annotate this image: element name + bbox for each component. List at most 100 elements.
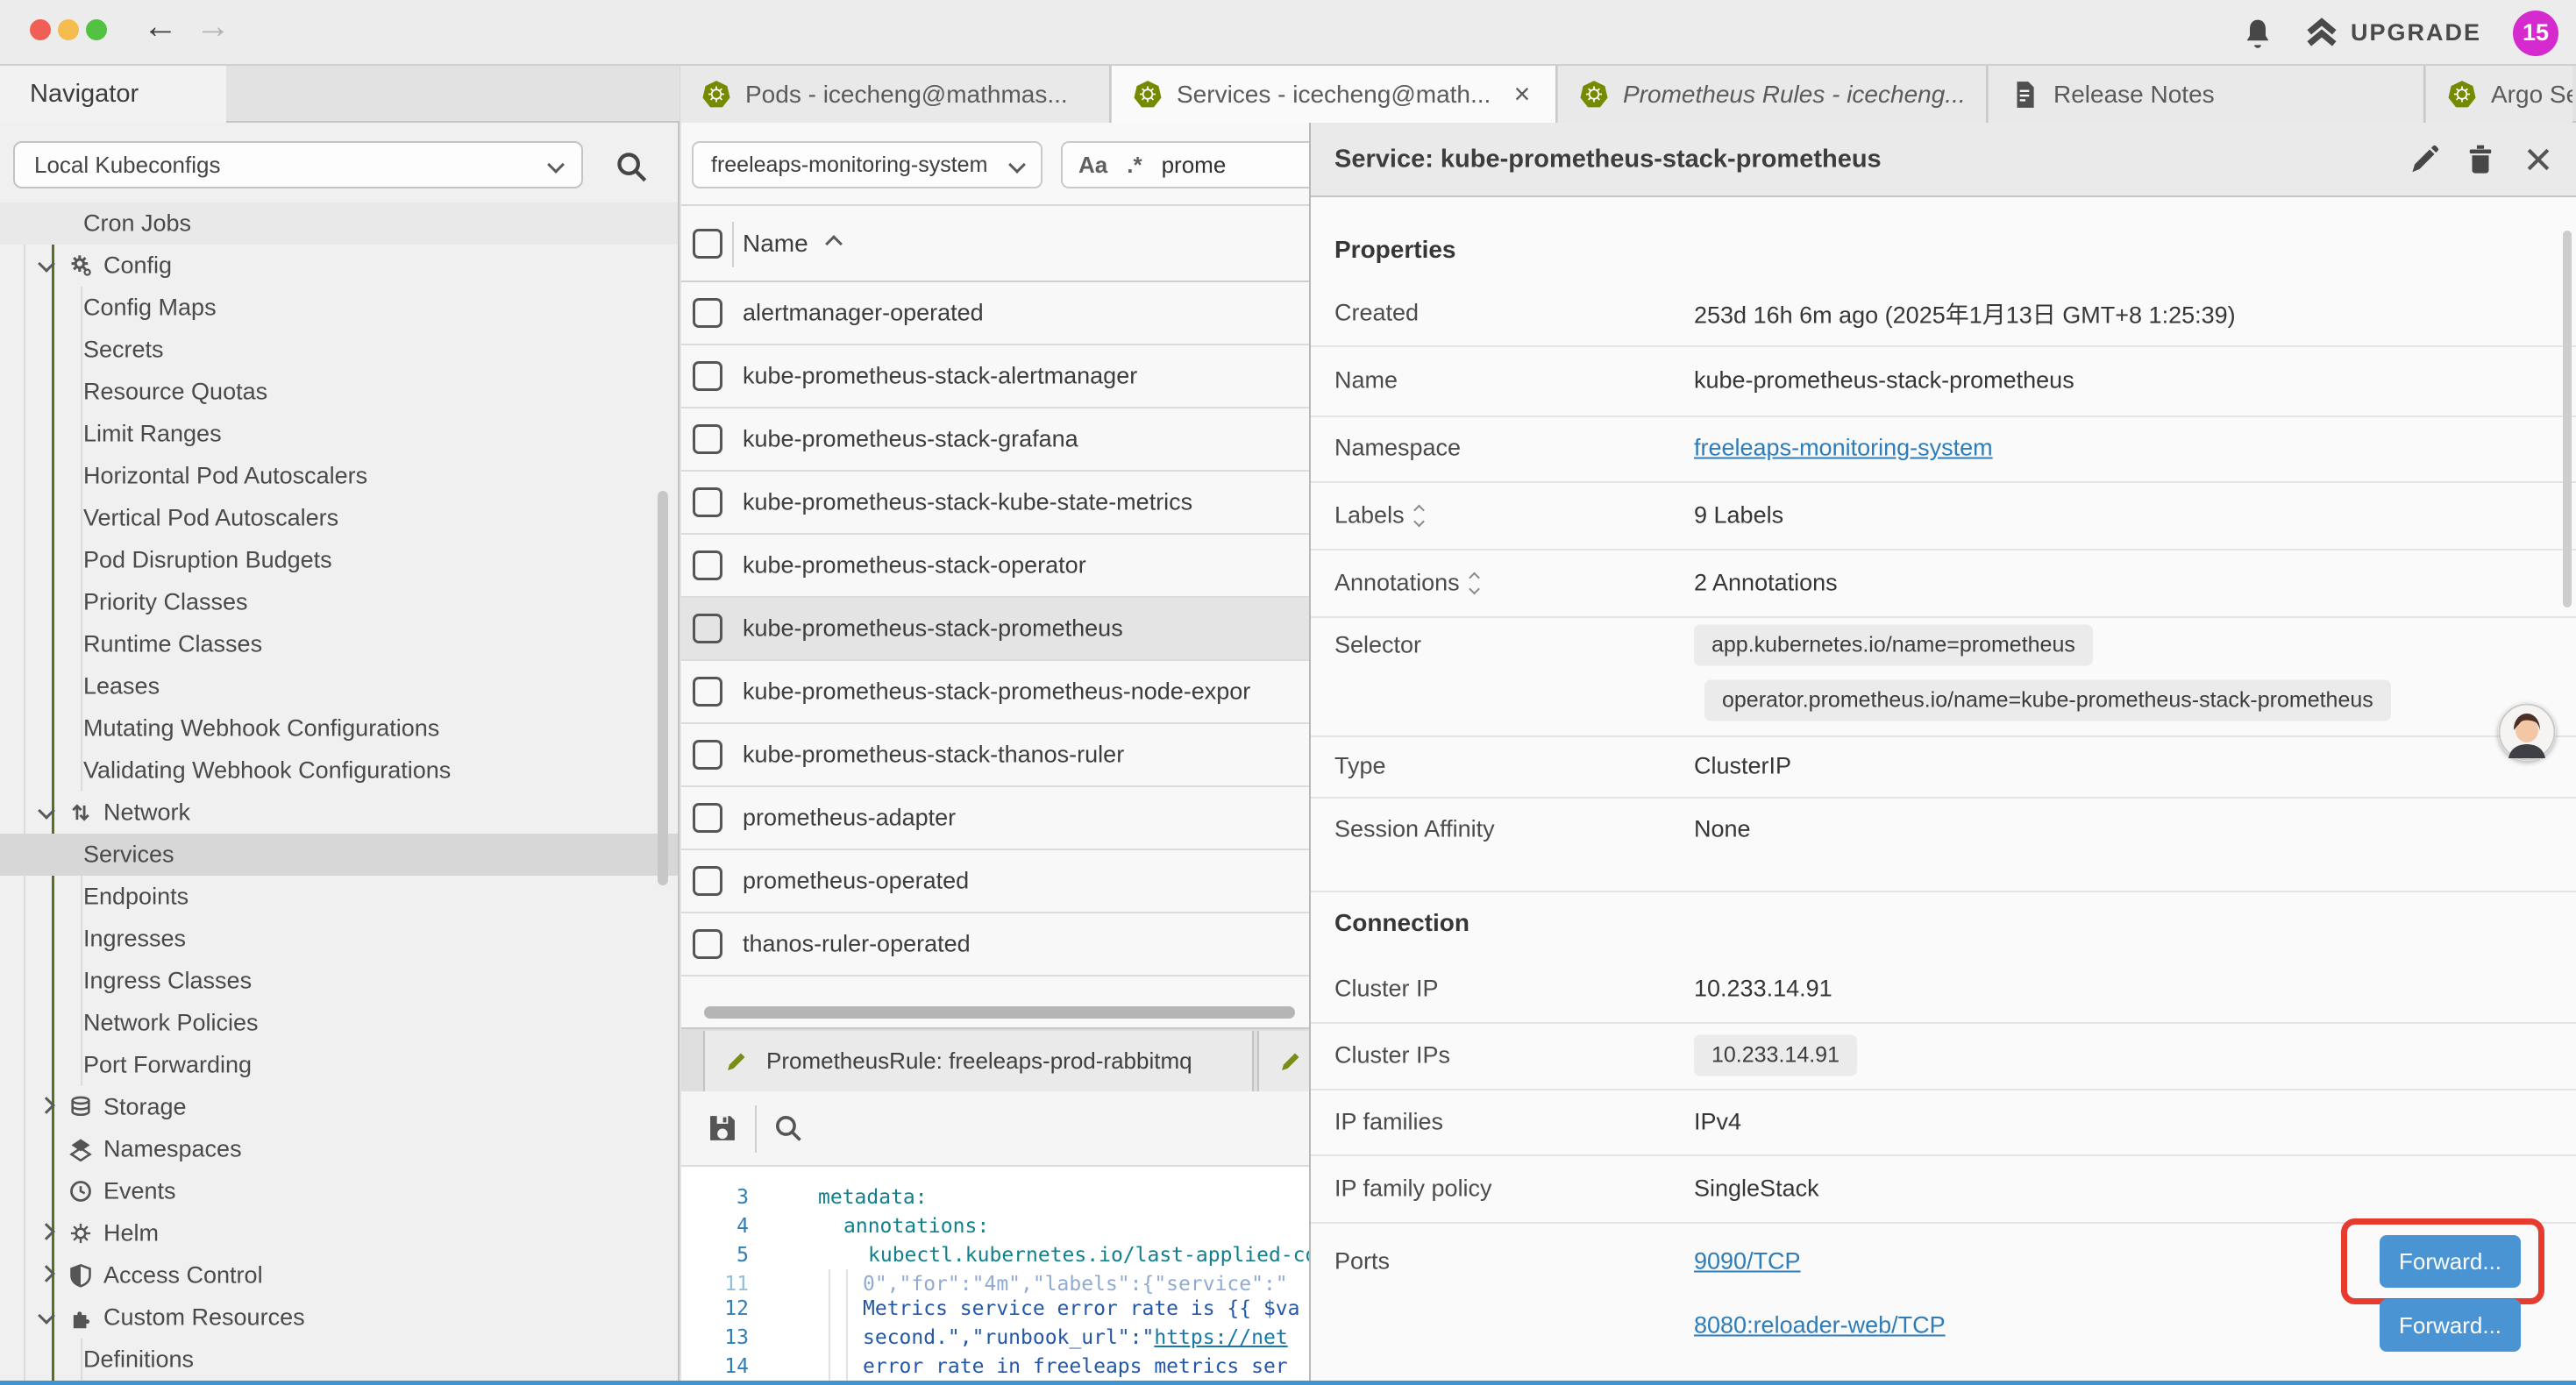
- table-row[interactable]: kube-prometheus-stack-grafana: [681, 408, 1309, 472]
- namespace-link[interactable]: freeleaps-monitoring-system: [1694, 435, 1993, 462]
- sidebar-item[interactable]: Leases: [0, 665, 678, 707]
- notifications-bell-icon[interactable]: [2242, 16, 2274, 51]
- table-row[interactable]: kube-prometheus-stack-thanos-ruler: [681, 724, 1309, 787]
- close-icon[interactable]: [2519, 140, 2558, 179]
- sidebar-item[interactable]: Pod Disruption Budgets: [0, 539, 678, 581]
- chevron-icon[interactable]: [38, 802, 55, 820]
- sidebar-item[interactable]: Access Control: [0, 1254, 678, 1296]
- sidebar-item[interactable]: Services: [0, 834, 678, 876]
- user-avatar[interactable]: [2498, 703, 2556, 761]
- table-row[interactable]: kube-prometheus-stack-prometheus-node-ex…: [681, 661, 1309, 724]
- sidebar-item[interactable]: Helm: [0, 1212, 678, 1254]
- window-close-button[interactable]: [30, 19, 51, 40]
- sidebar-item[interactable]: Secrets: [0, 329, 678, 371]
- row-checkbox[interactable]: [693, 740, 722, 770]
- app-tab[interactable]: Release Notes: [1988, 66, 2425, 123]
- chevron-icon[interactable]: [38, 1307, 55, 1325]
- select-all-checkbox[interactable]: [693, 229, 722, 259]
- upgrade-icon: [2305, 18, 2338, 49]
- selector-chip: operator.prometheus.io/name=kube-prometh…: [1704, 680, 2391, 721]
- sidebar-item[interactable]: Endpoints: [0, 876, 678, 918]
- details-scrollbar[interactable]: [2563, 231, 2572, 607]
- match-case-toggle[interactable]: Aa: [1078, 152, 1107, 179]
- app-tab[interactable]: Prometheus Rules - icecheng...: [1557, 66, 1988, 123]
- row-checkbox[interactable]: [693, 550, 722, 580]
- row-checkbox[interactable]: [693, 677, 722, 707]
- sidebar-item[interactable]: Events: [0, 1170, 678, 1212]
- app-tab[interactable]: Argo Se: [2425, 66, 2572, 123]
- sidebar-item[interactable]: Storage: [0, 1086, 678, 1128]
- sidebar-item[interactable]: Config: [0, 245, 678, 287]
- editor-tab[interactable]: PrometheusRule: freeleaps-prod-rabbitmq: [703, 1031, 1254, 1091]
- window-zoom-button[interactable]: [86, 19, 107, 40]
- table-row[interactable]: alertmanager-operated: [681, 282, 1309, 345]
- table-row[interactable]: prometheus-adapter: [681, 787, 1309, 850]
- sidebar-item[interactable]: Network: [0, 792, 678, 834]
- back-button[interactable]: [139, 7, 182, 46]
- window-minimize-button[interactable]: [58, 19, 79, 40]
- tab-close-icon[interactable]: [1506, 78, 1538, 110]
- table-row[interactable]: kube-prometheus-stack-kube-state-metrics: [681, 472, 1309, 535]
- forward-button-8080[interactable]: Forward...: [2380, 1299, 2521, 1352]
- table-row[interactable]: kube-prometheus-stack-alertmanager: [681, 345, 1309, 408]
- sidebar-item[interactable]: Limit Ranges: [0, 413, 678, 455]
- row-checkbox[interactable]: [693, 614, 722, 643]
- app-tab[interactable]: Pods - icecheng@mathmas...: [680, 66, 1111, 123]
- sidebar-item[interactable]: Vertical Pod Autoscalers: [0, 497, 678, 539]
- sidebar-item[interactable]: Runtime Classes: [0, 623, 678, 665]
- sidebar-item[interactable]: Port Forwarding: [0, 1044, 678, 1086]
- name-column-header[interactable]: Name: [743, 230, 840, 258]
- row-checkbox[interactable]: [693, 298, 722, 328]
- port-link[interactable]: 9090/TCP: [1694, 1248, 1801, 1275]
- upgrade-button[interactable]: UPGRADE: [2305, 18, 2481, 49]
- sidebar-item[interactable]: Namespaces: [0, 1128, 678, 1170]
- port-link[interactable]: 8080:reloader-web/TCP: [1694, 1312, 1946, 1339]
- sidebar-item[interactable]: Priority Classes: [0, 581, 678, 623]
- row-checkbox[interactable]: [693, 487, 722, 517]
- sidebar-item[interactable]: Ingress Classes: [0, 960, 678, 1002]
- sidebar-item[interactable]: Validating Webhook Configurations: [0, 749, 678, 792]
- delete-icon[interactable]: [2461, 140, 2500, 179]
- sidebar-item[interactable]: Network Policies: [0, 1002, 678, 1044]
- navigator-panel-tab[interactable]: Navigator: [0, 66, 226, 123]
- sidebar-scrollbar[interactable]: [658, 491, 668, 885]
- horizontal-scrollbar[interactable]: [704, 1006, 1295, 1019]
- kubeconfig-selector[interactable]: Local Kubeconfigs: [13, 141, 583, 188]
- row-checkbox[interactable]: [693, 803, 722, 833]
- yaml-editor[interactable]: 3 metadata: 4 annotations: 5 kubectl.kub…: [681, 1167, 1309, 1381]
- namespace-filter-dropdown[interactable]: freeleaps-monitoring-system: [692, 141, 1042, 188]
- editor-search-icon[interactable]: [772, 1112, 804, 1144]
- sidebar-item[interactable]: Resource Quotas: [0, 371, 678, 413]
- chevron-icon[interactable]: [38, 1223, 55, 1240]
- sidebar-item[interactable]: Horizontal Pod Autoscalers: [0, 455, 678, 497]
- forward-button[interactable]: [191, 7, 235, 46]
- sidebar-item[interactable]: Cron Jobs: [0, 202, 678, 245]
- row-checkbox[interactable]: [693, 866, 722, 896]
- sidebar-item[interactable]: Mutating Webhook Configurations: [0, 707, 678, 749]
- sidebar-search-icon[interactable]: [614, 149, 649, 184]
- table-row[interactable]: prometheus-operated: [681, 850, 1309, 913]
- sidebar-item[interactable]: Custom Resources: [0, 1296, 678, 1339]
- chevron-icon[interactable]: [38, 1265, 55, 1282]
- editor-tab-partial[interactable]: [1257, 1031, 1309, 1091]
- expand-collapse-icon[interactable]: [1415, 506, 1423, 525]
- expand-collapse-icon[interactable]: [1470, 573, 1478, 593]
- table-row[interactable]: thanos-ruler-operated: [681, 913, 1309, 977]
- table-row[interactable]: kube-prometheus-stack-prometheus: [681, 598, 1309, 661]
- notification-count-badge[interactable]: 15: [2513, 11, 2558, 56]
- row-checkbox[interactable]: [693, 361, 722, 391]
- chevron-icon[interactable]: [38, 1097, 55, 1114]
- row-checkbox[interactable]: [693, 424, 722, 454]
- forward-button-9090[interactable]: Forward...: [2380, 1235, 2521, 1288]
- chevron-icon[interactable]: [38, 255, 55, 273]
- table-row[interactable]: kube-prometheus-stack-operator: [681, 535, 1309, 598]
- edit-icon[interactable]: [2405, 140, 2444, 179]
- resource-search-input[interactable]: Aa .* prome: [1061, 141, 1309, 188]
- sidebar-item[interactable]: Ingresses: [0, 918, 678, 960]
- row-checkbox[interactable]: [693, 929, 722, 959]
- sidebar-item[interactable]: Config Maps: [0, 287, 678, 329]
- app-tab[interactable]: Services - icecheng@math...: [1111, 66, 1557, 123]
- save-icon[interactable]: [706, 1112, 739, 1145]
- sidebar-item[interactable]: Definitions: [0, 1339, 678, 1381]
- regex-toggle[interactable]: .*: [1127, 152, 1142, 179]
